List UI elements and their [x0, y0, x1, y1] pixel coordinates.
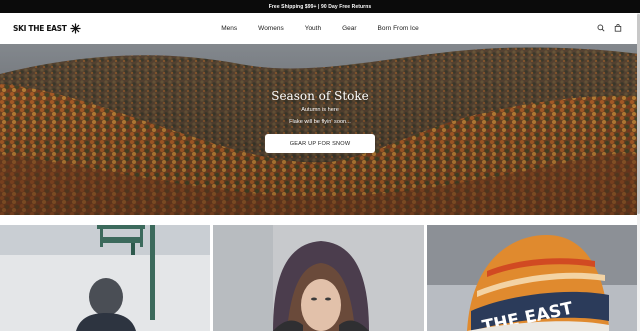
beanie-photo: THE EAST	[427, 225, 640, 331]
site-header: SKI THE EAST Mens Womens Youth Gear Born…	[0, 13, 640, 44]
hero-tagline: Flake will be flyin' soon...	[289, 119, 351, 125]
brand-logo[interactable]: SKI THE EAST	[13, 23, 81, 34]
nav-gear[interactable]: Gear	[342, 25, 356, 32]
nav-born-from-ice[interactable]: Born From Ice	[378, 25, 419, 32]
search-icon[interactable]	[597, 24, 605, 32]
hero-title: Season of Stoke	[271, 89, 369, 103]
brand-name: SKI THE EAST	[13, 24, 67, 33]
nav-womens[interactable]: Womens	[258, 25, 284, 32]
kid-snow-photo	[0, 225, 210, 331]
announcement-text: Free Shipping $99+ | 90 Day Free Returns	[268, 3, 372, 10]
hero-banner: Season of Stoke Autumn is here Flake wil…	[0, 44, 640, 215]
product-tile-kids[interactable]	[0, 225, 210, 331]
woman-hood-photo	[213, 225, 424, 331]
snowflake-icon	[70, 23, 81, 34]
product-tile-womens[interactable]	[213, 225, 424, 331]
gear-up-button[interactable]: GEAR UP FOR SNOW	[265, 134, 375, 153]
cart-icon[interactable]	[614, 24, 622, 32]
hero-subtitle: Autumn is here	[301, 107, 339, 113]
nav-youth[interactable]: Youth	[305, 25, 321, 32]
main-nav: Mens Womens Youth Gear Born From Ice	[0, 13, 640, 44]
nav-mens[interactable]: Mens	[221, 25, 237, 32]
product-tile-beanie[interactable]: THE EAST	[427, 225, 640, 331]
announcement-bar: Free Shipping $99+ | 90 Day Free Returns	[0, 0, 640, 13]
